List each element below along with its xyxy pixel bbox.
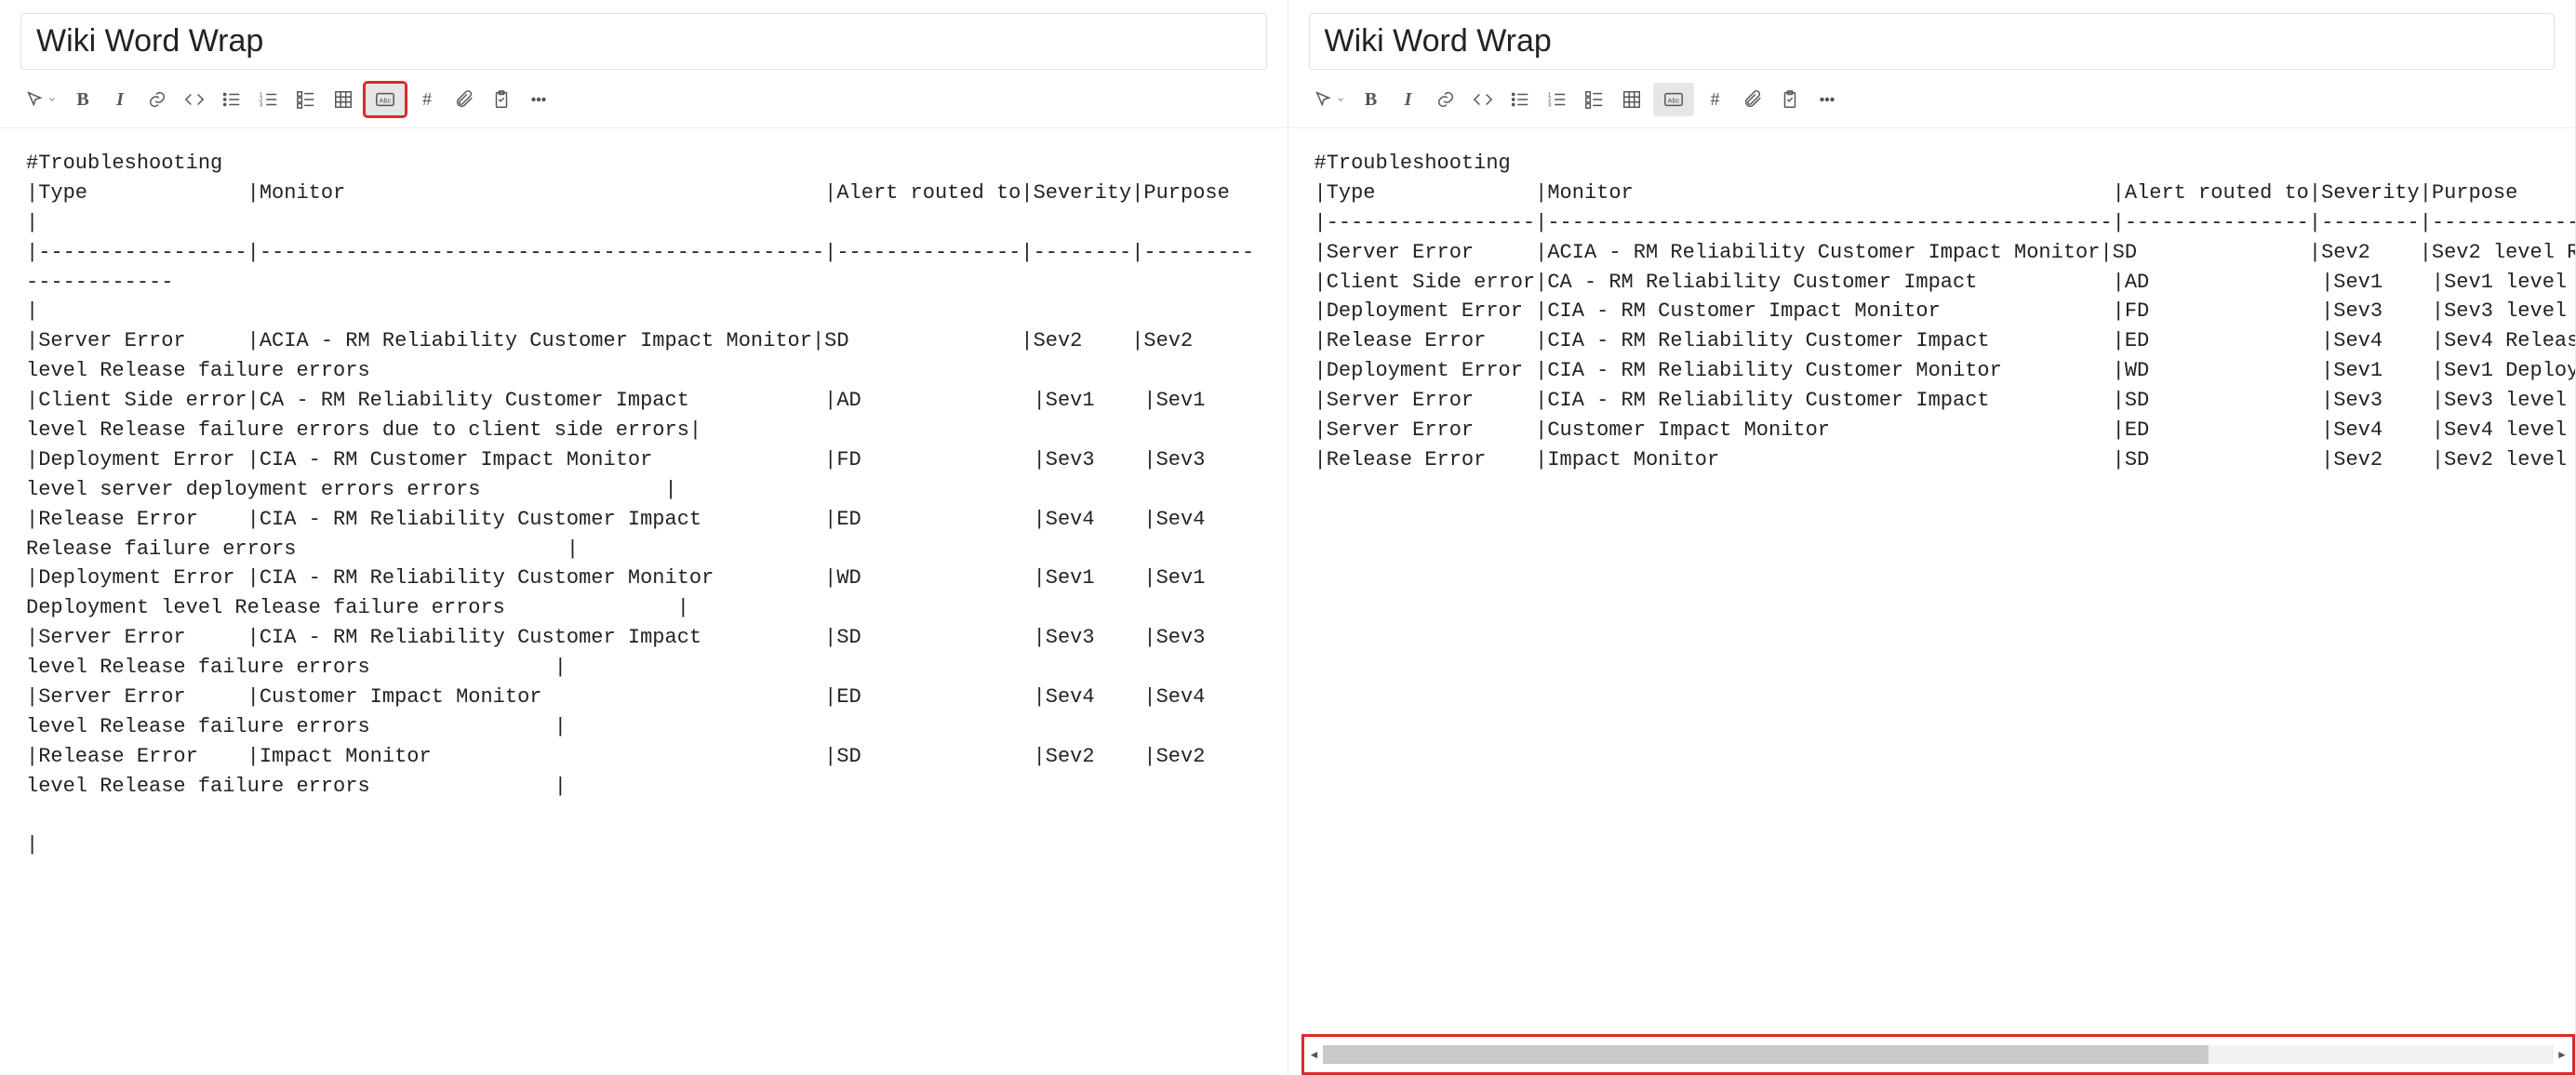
bullet-list-button[interactable]: [1504, 83, 1536, 116]
code-button[interactable]: [1467, 83, 1499, 116]
horizontal-scrollbar-highlight: ◄ ►: [1301, 1034, 2576, 1075]
bold-button[interactable]: B: [67, 83, 99, 116]
numbered-list-button[interactable]: 123: [253, 83, 285, 116]
page-title: Wiki Word Wrap: [36, 23, 1251, 60]
scroll-right-arrow-icon[interactable]: ►: [2554, 1045, 2570, 1064]
right-pane: Wiki Word Wrap B I 123 Abc #: [1288, 0, 2576, 1075]
italic-button[interactable]: I: [104, 83, 136, 116]
scrollbar-thumb[interactable]: [1323, 1045, 2209, 1064]
editor-content-left[interactable]: #Troubleshooting |Type |Monitor |Alert r…: [0, 128, 1288, 1075]
left-pane: Wiki Word Wrap B I 123 Abc #: [0, 0, 1288, 1075]
scroll-left-arrow-icon[interactable]: ◄: [1306, 1045, 1323, 1064]
word-wrap-button[interactable]: Abc: [1653, 83, 1694, 116]
checklist-button[interactable]: [290, 83, 322, 116]
page-title: Wiki Word Wrap: [1325, 23, 2540, 60]
editor-toolbar: B I 123 Abc #: [0, 70, 1288, 128]
editor-toolbar: B I 123 Abc #: [1288, 70, 2576, 128]
format-painter-button[interactable]: [20, 83, 61, 116]
scrollbar-track[interactable]: [1323, 1045, 2555, 1064]
more-options-button[interactable]: [523, 83, 554, 116]
bold-button[interactable]: B: [1355, 83, 1387, 116]
italic-button[interactable]: I: [1393, 83, 1424, 116]
bullet-list-button[interactable]: [216, 83, 247, 116]
word-wrap-button[interactable]: Abc: [365, 83, 406, 116]
svg-text:Abc: Abc: [380, 97, 392, 105]
code-button[interactable]: [179, 83, 210, 116]
attachment-button[interactable]: [1737, 83, 1768, 116]
attachment-button[interactable]: [448, 83, 480, 116]
mention-button[interactable]: #: [1700, 83, 1731, 116]
numbered-list-button[interactable]: 123: [1542, 83, 1573, 116]
svg-text:Abc: Abc: [1667, 97, 1679, 105]
link-button[interactable]: [141, 83, 173, 116]
format-painter-button[interactable]: [1309, 83, 1350, 116]
more-options-button[interactable]: [1811, 83, 1843, 116]
text-cursor: [26, 833, 38, 856]
title-input[interactable]: Wiki Word Wrap: [20, 13, 1267, 70]
svg-text:3: 3: [260, 101, 263, 108]
clipboard-button[interactable]: [1774, 83, 1806, 116]
clipboard-button[interactable]: [486, 83, 517, 116]
editor-text: #Troubleshooting |Type |Monitor |Alert r…: [26, 152, 1254, 798]
title-input[interactable]: Wiki Word Wrap: [1309, 13, 2556, 70]
table-button[interactable]: [1616, 83, 1648, 116]
svg-text:3: 3: [1547, 101, 1551, 108]
mention-button[interactable]: #: [411, 83, 443, 116]
table-button[interactable]: [327, 83, 359, 116]
checklist-button[interactable]: [1579, 83, 1610, 116]
editor-content-right[interactable]: #Troubleshooting |Type |Monitor |Alert r…: [1288, 128, 2576, 1075]
link-button[interactable]: [1430, 83, 1462, 116]
